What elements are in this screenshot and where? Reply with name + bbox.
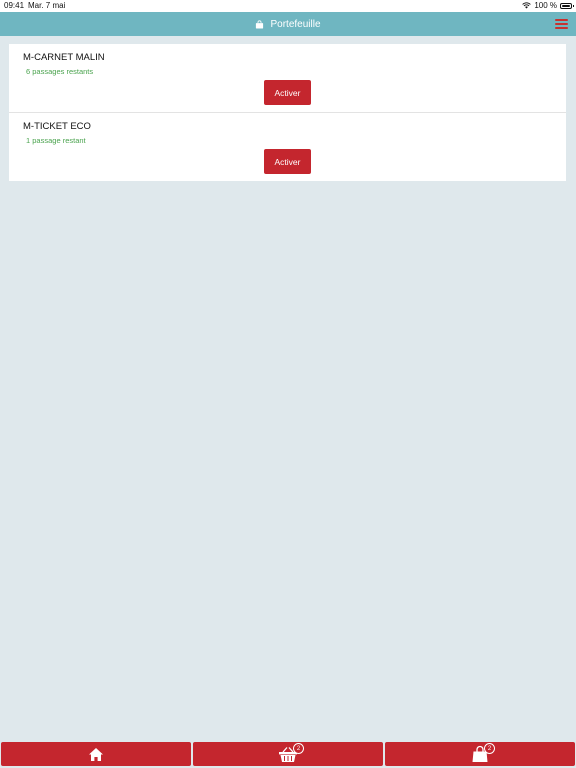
activate-button[interactable]: Activer — [264, 80, 311, 105]
ticket-name: M-CARNET MALIN — [23, 52, 105, 63]
ticket-item: M-CARNET MALIN 6 passages restants Activ… — [9, 44, 566, 113]
bag-button[interactable]: 2 — [385, 742, 575, 766]
menu-line — [555, 19, 568, 21]
ticket-name: M-TICKET ECO — [23, 121, 91, 132]
menu-line — [555, 23, 568, 25]
basket-button[interactable]: 2 — [193, 742, 383, 766]
page-title: Portefeuille — [270, 18, 321, 30]
wifi-icon — [522, 2, 532, 9]
battery-icon — [560, 2, 574, 9]
header-bar: Portefeuille — [0, 12, 576, 36]
home-icon — [89, 747, 103, 761]
status-right: 100 % — [522, 1, 574, 10]
home-button[interactable] — [1, 742, 191, 766]
battery-percent: 100 % — [534, 1, 557, 10]
hamburger-menu-icon[interactable] — [555, 18, 568, 30]
ticket-list: M-CARNET MALIN 6 passages restants Activ… — [9, 44, 566, 181]
bottom-nav: 2 2 — [0, 742, 576, 768]
activate-button[interactable]: Activer — [264, 149, 311, 174]
status-time: 09:41 — [4, 1, 25, 10]
basket-badge: 2 — [293, 743, 304, 754]
shopping-bag-icon — [256, 19, 264, 29]
status-bar: 09:41 Mar. 7 mai 100 % — [0, 0, 576, 12]
ticket-item: M-TICKET ECO 1 passage restant Activer — [9, 113, 566, 181]
status-date: Mar. 7 mai — [28, 1, 66, 10]
header-title-wrap: Portefeuille — [255, 18, 321, 30]
ticket-remaining: 1 passage restant — [26, 136, 86, 145]
ticket-remaining: 6 passages restants — [26, 67, 94, 76]
menu-line — [555, 27, 568, 29]
bag-badge: 2 — [484, 743, 495, 754]
